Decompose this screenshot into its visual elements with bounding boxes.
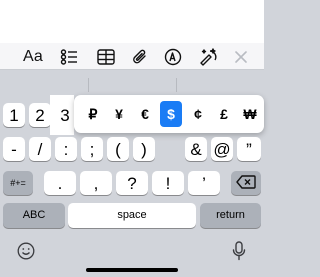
key-1-label: 1 (9, 105, 19, 125)
key-close-paren[interactable]: ) (133, 137, 155, 161)
markup-button[interactable] (162, 46, 184, 68)
key-question[interactable]: ? (116, 171, 148, 195)
key-colon[interactable]: : (55, 137, 77, 161)
key-exclamation[interactable]: ! (152, 171, 184, 195)
pen-markup-icon (164, 48, 182, 66)
currency-dollar-label: $ (167, 106, 175, 122)
space-label: space (117, 209, 147, 221)
currency-won-label: ₩ (243, 106, 257, 122)
currency-euro-label: € (141, 106, 149, 122)
magic-edit-icon (198, 48, 218, 66)
key-slash-label: / (37, 139, 43, 159)
abc-key[interactable]: ABC (3, 203, 65, 228)
document-area (0, 0, 264, 43)
currency-yen-label: ¥ (115, 106, 123, 122)
currency-pound[interactable]: £ (213, 101, 235, 127)
text-format-button[interactable]: Aa (22, 46, 44, 68)
emoji-icon (17, 242, 35, 265)
close-icon (234, 50, 248, 64)
checklist-icon (60, 48, 78, 66)
key-close-paren-label: ) (141, 139, 147, 159)
key-period[interactable]: . (44, 171, 76, 195)
return-key[interactable]: return (200, 203, 261, 228)
key-question-label: ? (127, 173, 137, 193)
notes-toolbar: Aa (0, 43, 264, 70)
space-key[interactable]: space (68, 203, 196, 228)
close-toolbar-button[interactable] (230, 46, 252, 68)
key-semicolon-label: ; (89, 139, 95, 159)
currency-euro[interactable]: € (134, 101, 156, 127)
suggestion-divider (88, 78, 89, 92)
home-indicator (86, 268, 178, 272)
delete-key[interactable] (231, 171, 261, 195)
key-apostrophe-label: ’ (202, 173, 206, 193)
currency-ruble-label: ₽ (88, 105, 98, 122)
currency-ruble[interactable]: ₽ (82, 101, 104, 127)
paperclip-icon (132, 48, 148, 66)
key-hyphen[interactable]: - (3, 137, 25, 161)
key-2[interactable]: 2 (29, 103, 51, 127)
key-at[interactable]: @ (211, 137, 233, 161)
currency-popup: ₽ ¥ € $ ¢ £ ₩ (74, 95, 264, 133)
key-hyphen-label: - (11, 139, 17, 159)
more-symbols-label: #+= (10, 177, 26, 188)
emoji-button[interactable] (15, 242, 37, 264)
key-semicolon[interactable]: ; (81, 137, 103, 161)
key-1[interactable]: 1 (3, 103, 25, 127)
table-icon (97, 49, 115, 65)
currency-won[interactable]: ₩ (239, 101, 261, 127)
return-label: return (216, 209, 245, 221)
key-quote[interactable]: ” (237, 137, 261, 161)
key-apostrophe[interactable]: ’ (188, 171, 220, 195)
currency-yen[interactable]: ¥ (108, 101, 130, 127)
key-comma-label: , (93, 173, 99, 193)
checklist-button[interactable] (58, 46, 80, 68)
key-3-label: 3 (60, 105, 70, 125)
dictation-button[interactable] (228, 240, 250, 266)
more-symbols-key[interactable]: #+= (3, 171, 33, 195)
key-at-label: @ (213, 139, 231, 159)
key-ampersand[interactable]: & (185, 137, 207, 161)
microphone-icon (232, 240, 246, 266)
currency-pound-label: £ (220, 106, 228, 122)
currency-dollar-selected[interactable]: $ (160, 101, 182, 127)
key-quote-label: ” (246, 139, 252, 159)
key-slash[interactable]: / (29, 137, 51, 161)
delete-icon (236, 174, 256, 192)
key-exclamation-label: ! (165, 173, 171, 193)
text-format-label: Aa (23, 48, 43, 65)
currency-cent-label: ¢ (194, 106, 202, 122)
currency-cent[interactable]: ¢ (187, 101, 209, 127)
abc-label: ABC (22, 209, 46, 221)
key-open-paren-label: ( (115, 139, 121, 159)
key-open-paren[interactable]: ( (107, 137, 129, 161)
writing-tools-button[interactable] (197, 46, 219, 68)
attachment-button[interactable] (129, 46, 151, 68)
key-2-label: 2 (35, 105, 45, 125)
key-period-label: . (57, 173, 63, 193)
table-button[interactable] (95, 46, 117, 68)
key-comma[interactable]: , (80, 171, 112, 195)
suggestion-divider (176, 78, 177, 92)
key-3[interactable]: 3 (54, 103, 76, 127)
key-colon-label: : (63, 139, 69, 159)
key-ampersand-label: & (190, 139, 202, 159)
